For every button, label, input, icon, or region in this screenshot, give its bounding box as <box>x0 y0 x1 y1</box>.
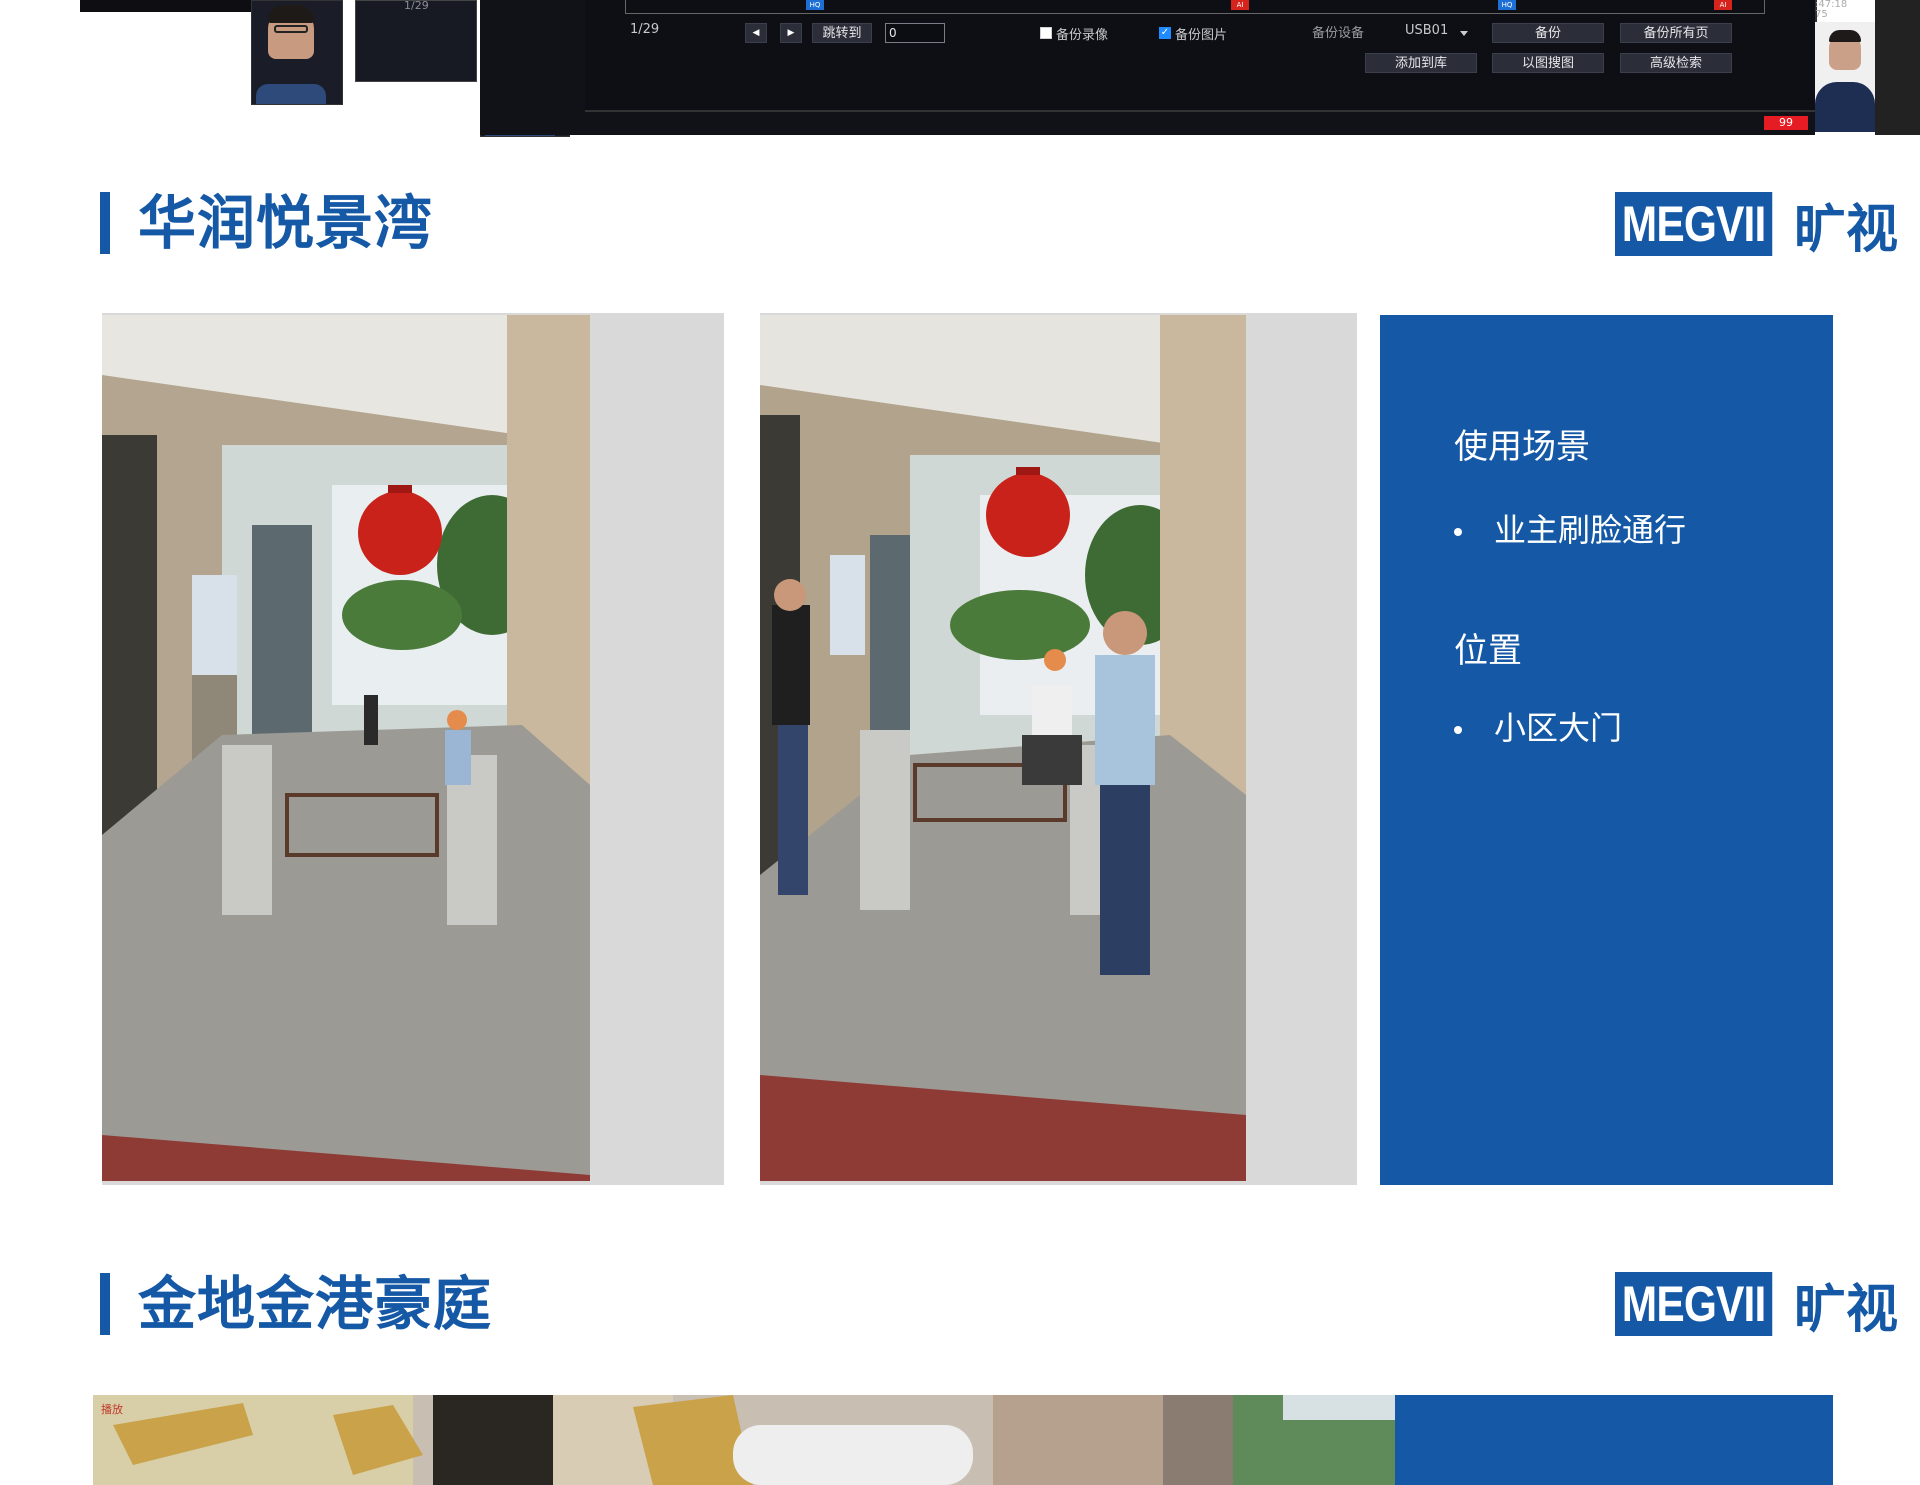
ai-tag: AI <box>1231 0 1249 10</box>
logo-chinese: 旷视 <box>1794 199 1899 260</box>
section-accent-bar <box>100 192 110 254</box>
dvr-search-window: HQ AI HQ AI 1/29 ◀ ▶ 跳转到 0 备份录像 ✓ 备份图片 备… <box>480 0 1817 135</box>
dark-bar <box>80 0 280 12</box>
location-item: 小区大门 <box>1454 703 1622 749</box>
location-text: 小区大门 <box>1494 709 1623 747</box>
backup-all-button[interactable]: 备份所有页 <box>1620 23 1732 43</box>
bullet-icon <box>1454 528 1462 536</box>
dvr-screenshot-strip: 1/29 HQ AI HQ AI 1/29 ◀ ▶ 跳转到 0 备份录像 ✓ 备… <box>0 0 1920 137</box>
usage-scene-text: 业主刷脸通行 <box>1494 511 1687 549</box>
prev-page-button[interactable]: ◀ <box>745 23 767 43</box>
chevron-down-icon[interactable] <box>1460 31 1468 36</box>
mini-page-indicator: 1/29 <box>404 0 429 12</box>
info-panel <box>1395 1395 1833 1485</box>
gate-photo-1 <box>102 315 590 1181</box>
mini-result-panel: 1/29 <box>355 0 477 82</box>
search-by-image-button[interactable]: 以图搜图 <box>1492 53 1604 73</box>
ai-tag: AI <box>1714 0 1732 10</box>
jump-page-input[interactable]: 0 <box>885 23 945 43</box>
count-badge: 99 <box>1764 116 1808 130</box>
bullet-icon <box>1454 726 1462 734</box>
info-panel: 使用场景 业主刷脸通行 位置 小区大门 <box>1380 315 1833 1185</box>
backup-device-label: 备份设备 <box>1312 26 1365 41</box>
next-page-button[interactable]: ▶ <box>780 23 802 43</box>
backup-record-checkbox[interactable] <box>1040 27 1052 39</box>
photo-tag: 播放 <box>101 1403 123 1416</box>
gate-photo-2 <box>760 315 1246 1181</box>
face-thumbnail <box>1815 22 1875 132</box>
add-to-library-button[interactable]: 添加到库 <box>1365 53 1477 73</box>
location-heading: 位置 <box>1454 631 1522 671</box>
megvii-logo: MEGVII 旷视 <box>1615 1272 1898 1340</box>
dvr-result-pane: HQ AI HQ AI 1/29 ◀ ▶ 跳转到 0 备份录像 ✓ 备份图片 备… <box>585 0 1817 112</box>
timeline-bar[interactable]: HQ AI HQ AI <box>625 0 1765 14</box>
hq-tag: HQ <box>1498 0 1516 10</box>
jump-to-button[interactable]: 跳转到 <box>812 23 872 43</box>
backup-image-checkbox[interactable]: ✓ <box>1159 27 1171 39</box>
logo-wordmark: MEGVII <box>1615 192 1773 256</box>
logo-wordmark: MEGVII <box>1615 1272 1773 1336</box>
section-title: 华润悦景湾 <box>138 189 434 257</box>
hq-tag: HQ <box>806 0 824 10</box>
backup-button[interactable]: 备份 <box>1492 23 1604 43</box>
dark-side-panel <box>1875 0 1920 135</box>
logo-chinese: 旷视 <box>1794 1279 1899 1340</box>
page-indicator: 1/29 <box>630 22 660 37</box>
entrance-photo: 播放 <box>93 1395 1395 1485</box>
face-thumbnail <box>251 0 343 105</box>
advanced-search-button[interactable]: 高级检索 <box>1620 53 1732 73</box>
backup-image-label: 备份图片 <box>1175 28 1228 43</box>
section-title: 金地金港豪庭 <box>138 1270 493 1338</box>
section-accent-bar <box>100 1273 110 1335</box>
device-select[interactable]: USB01 <box>1405 23 1448 38</box>
timestamp-text: :47:18 75 <box>1815 0 1848 20</box>
backup-record-label: 备份录像 <box>1056 28 1109 43</box>
usage-scene-heading: 使用场景 <box>1454 427 1590 467</box>
megvii-logo: MEGVII 旷视 <box>1615 192 1898 260</box>
usage-scene-item: 业主刷脸通行 <box>1454 505 1686 551</box>
